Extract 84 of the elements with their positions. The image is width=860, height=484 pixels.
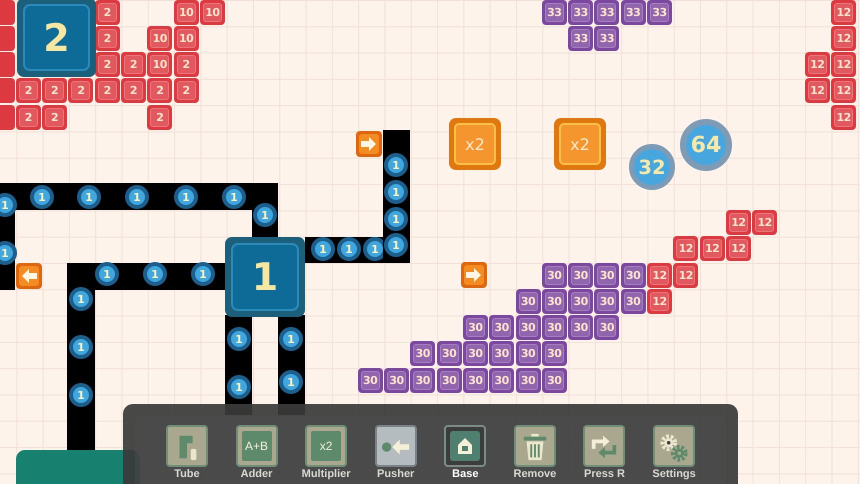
number-tile: 12: [831, 26, 856, 51]
adder-icon: A+B: [242, 431, 272, 461]
number-tile: 30: [462, 368, 488, 393]
number-tile: 30: [594, 315, 620, 340]
number-tile: 30: [542, 262, 567, 288]
number-ball: 1: [0, 241, 17, 265]
number-tile: 30: [462, 315, 488, 340]
number-tile: 12: [752, 210, 778, 235]
number-tile: 30: [516, 288, 540, 314]
number-orb: 32: [629, 144, 675, 190]
number-tile: 30: [462, 341, 488, 366]
number-tile: 10: [147, 26, 172, 51]
number-tile: 30: [358, 368, 383, 393]
number-tile: 12: [804, 78, 830, 104]
number-tile: 10: [200, 0, 225, 24]
number-tile: 33: [594, 26, 620, 51]
multiplier-icon: x2: [311, 431, 342, 461]
number-tile: 2: [94, 0, 120, 24]
number-tile: 2: [94, 26, 120, 51]
number-tile: 2: [94, 52, 120, 78]
number-tile: 12: [647, 262, 672, 288]
multiplier-block: x2: [554, 118, 606, 170]
multiplier-block: x2: [449, 118, 501, 170]
number-tile: 10: [147, 52, 172, 78]
number-tile: 2: [174, 52, 199, 78]
number-tile: 12: [673, 236, 698, 262]
number-tile: 30: [489, 315, 514, 340]
number-tile: 2: [147, 78, 172, 104]
number-tile: 12: [673, 262, 698, 288]
number-tile: 30: [516, 315, 540, 340]
number-tile: 10: [174, 26, 199, 51]
number-tile: 12: [647, 288, 672, 314]
number-tile: 30: [489, 368, 514, 393]
number-tile: 2: [42, 104, 68, 130]
house-icon: [450, 431, 480, 461]
number-tile: 12: [831, 104, 856, 130]
number-tile: 30: [410, 341, 436, 366]
number-tile: 2: [16, 104, 41, 130]
number-tile: 33: [568, 26, 594, 51]
number-base: 2: [17, 0, 96, 77]
number-tile: 12: [831, 52, 856, 78]
number-tile: 2: [147, 104, 172, 130]
number-tile: 2: [16, 78, 41, 104]
number-tile: 30: [594, 262, 620, 288]
number-tile: 33: [594, 0, 620, 24]
number-tile: 2: [121, 78, 146, 104]
number-tile: 30: [542, 315, 567, 340]
number-tile: 10: [174, 0, 199, 24]
number-tile: 12: [726, 236, 751, 262]
number-tile: 12: [700, 236, 725, 262]
number-tile: 30: [542, 288, 567, 314]
number-tile: 33: [647, 0, 672, 24]
number-ball: 1: [311, 237, 335, 261]
number-tile: 30: [436, 368, 462, 393]
number-tile: 30: [568, 262, 594, 288]
number-tile: 30: [436, 341, 462, 366]
number-tile: 2: [94, 78, 120, 104]
number-tile: 12: [726, 210, 751, 235]
number-tile: 30: [489, 341, 514, 366]
number-tile: 12: [831, 0, 856, 24]
number-base: 1: [225, 237, 305, 317]
number-tile: 2: [121, 52, 146, 78]
number-tile: 30: [516, 341, 540, 366]
number-tile: 12: [831, 78, 856, 104]
number-tile: 30: [568, 315, 594, 340]
number-tile: 30: [568, 288, 594, 314]
number-tile: 33: [620, 0, 646, 24]
number-tile: 33: [568, 0, 594, 24]
number-ball: 1: [337, 237, 361, 261]
number-orb: 64: [680, 119, 732, 171]
number-tile: 30: [620, 288, 646, 314]
number-tile: 33: [542, 0, 567, 24]
number-tile: 30: [384, 368, 409, 393]
number-tile: 30: [410, 368, 436, 393]
number-tile: 2: [174, 78, 199, 104]
number-tile: 30: [542, 341, 567, 366]
number-tile: 30: [542, 368, 567, 393]
number-tile: 12: [804, 52, 830, 78]
number-tile: 30: [620, 262, 646, 288]
number-tile: 30: [516, 368, 540, 393]
number-tile: 2: [68, 78, 94, 104]
number-tile: 2: [42, 78, 68, 104]
number-tile: 30: [594, 288, 620, 314]
number-ball: 1: [0, 193, 17, 217]
